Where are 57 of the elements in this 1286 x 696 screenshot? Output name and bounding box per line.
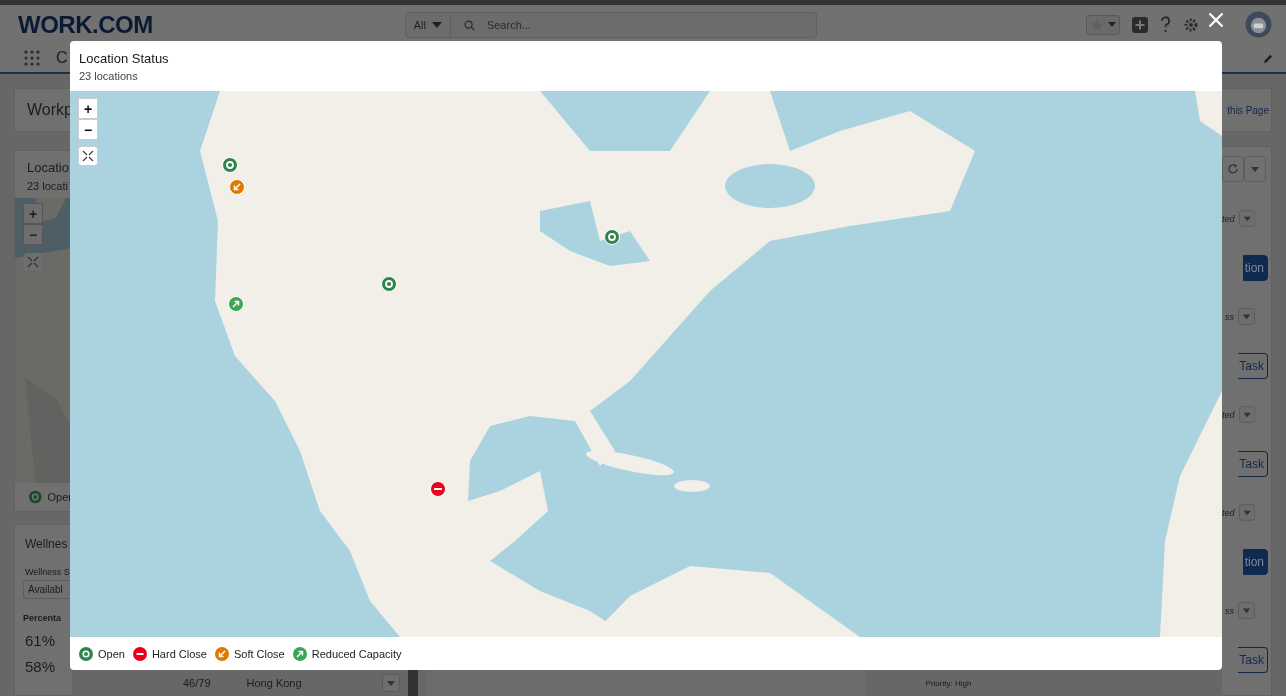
avatar[interactable]	[1245, 11, 1272, 38]
dropdown-button[interactable]	[381, 674, 400, 692]
gear-icon[interactable]	[1183, 16, 1199, 33]
close-icon[interactable]	[1208, 12, 1224, 28]
dialog-subtitle: 23 locations	[79, 70, 139, 82]
ring-icon	[79, 646, 93, 661]
pencil-icon[interactable]	[1263, 52, 1274, 64]
legend-label: Hard Close	[151, 647, 207, 660]
ring-icon	[29, 490, 42, 504]
zoom-in-button[interactable]: +	[23, 203, 43, 224]
refresh-icon[interactable]	[1222, 156, 1244, 182]
status-text: ted	[1222, 213, 1235, 224]
status-text: ss	[1225, 311, 1234, 322]
add-icon[interactable]	[1132, 16, 1148, 33]
action-button[interactable]: tion	[1242, 548, 1268, 575]
app-name: C	[56, 49, 68, 67]
help-icon[interactable]	[1160, 16, 1171, 33]
dropdown-button[interactable]	[1238, 504, 1255, 521]
card-subtitle: 23 locati	[27, 180, 69, 192]
action-button[interactable]: Task	[1238, 450, 1268, 477]
table-cell: 46/79	[183, 677, 211, 689]
status-text: ted	[1222, 409, 1235, 420]
table-cell-text: 58%	[25, 658, 57, 675]
legend-label: Soft Close	[233, 647, 285, 660]
scrollbar[interactable]	[407, 670, 418, 696]
minus-icon	[132, 646, 147, 661]
legend-label: Open	[98, 647, 125, 660]
search-icon	[463, 19, 475, 31]
column-header: Percenta	[23, 613, 63, 623]
zoom-out-button[interactable]: −	[23, 224, 43, 245]
legend-label: Oper	[47, 491, 72, 503]
table-cell: Hong Kong	[246, 677, 302, 689]
dropdown-button[interactable]	[1238, 308, 1255, 325]
status-text: ted	[1222, 507, 1235, 518]
action-button[interactable]: tion	[1242, 254, 1268, 281]
caret-icon	[431, 21, 442, 28]
dropdown-button[interactable]	[1238, 406, 1255, 423]
page-link[interactable]: this Page	[1227, 104, 1269, 116]
logo[interactable]: WORK.COM	[18, 10, 153, 39]
card-title: Locatio	[27, 160, 70, 175]
scope-dropdown[interactable]: All	[404, 11, 451, 38]
dialog-title: Location Status	[79, 51, 170, 66]
dropdown-button[interactable]	[1238, 210, 1255, 227]
search-field[interactable]: Search...	[450, 11, 817, 38]
legend-label: Reduced Capacity	[311, 647, 402, 660]
action-button[interactable]: Task	[1238, 646, 1268, 673]
action-button[interactable]: Task	[1238, 352, 1268, 379]
app-launcher-icon[interactable]	[24, 50, 40, 66]
table-cell-text: 61%	[25, 632, 57, 649]
card-title: Wellnes	[25, 537, 69, 551]
status-text: ss	[1225, 605, 1234, 616]
caret-icon	[1108, 22, 1116, 27]
dropdown-button[interactable]	[1238, 602, 1255, 619]
priority-text: Priority: High	[925, 678, 972, 688]
filter-label: Wellness S	[25, 567, 71, 577]
dropdown-button[interactable]	[1244, 156, 1266, 182]
favorites-button[interactable]	[1086, 14, 1120, 35]
